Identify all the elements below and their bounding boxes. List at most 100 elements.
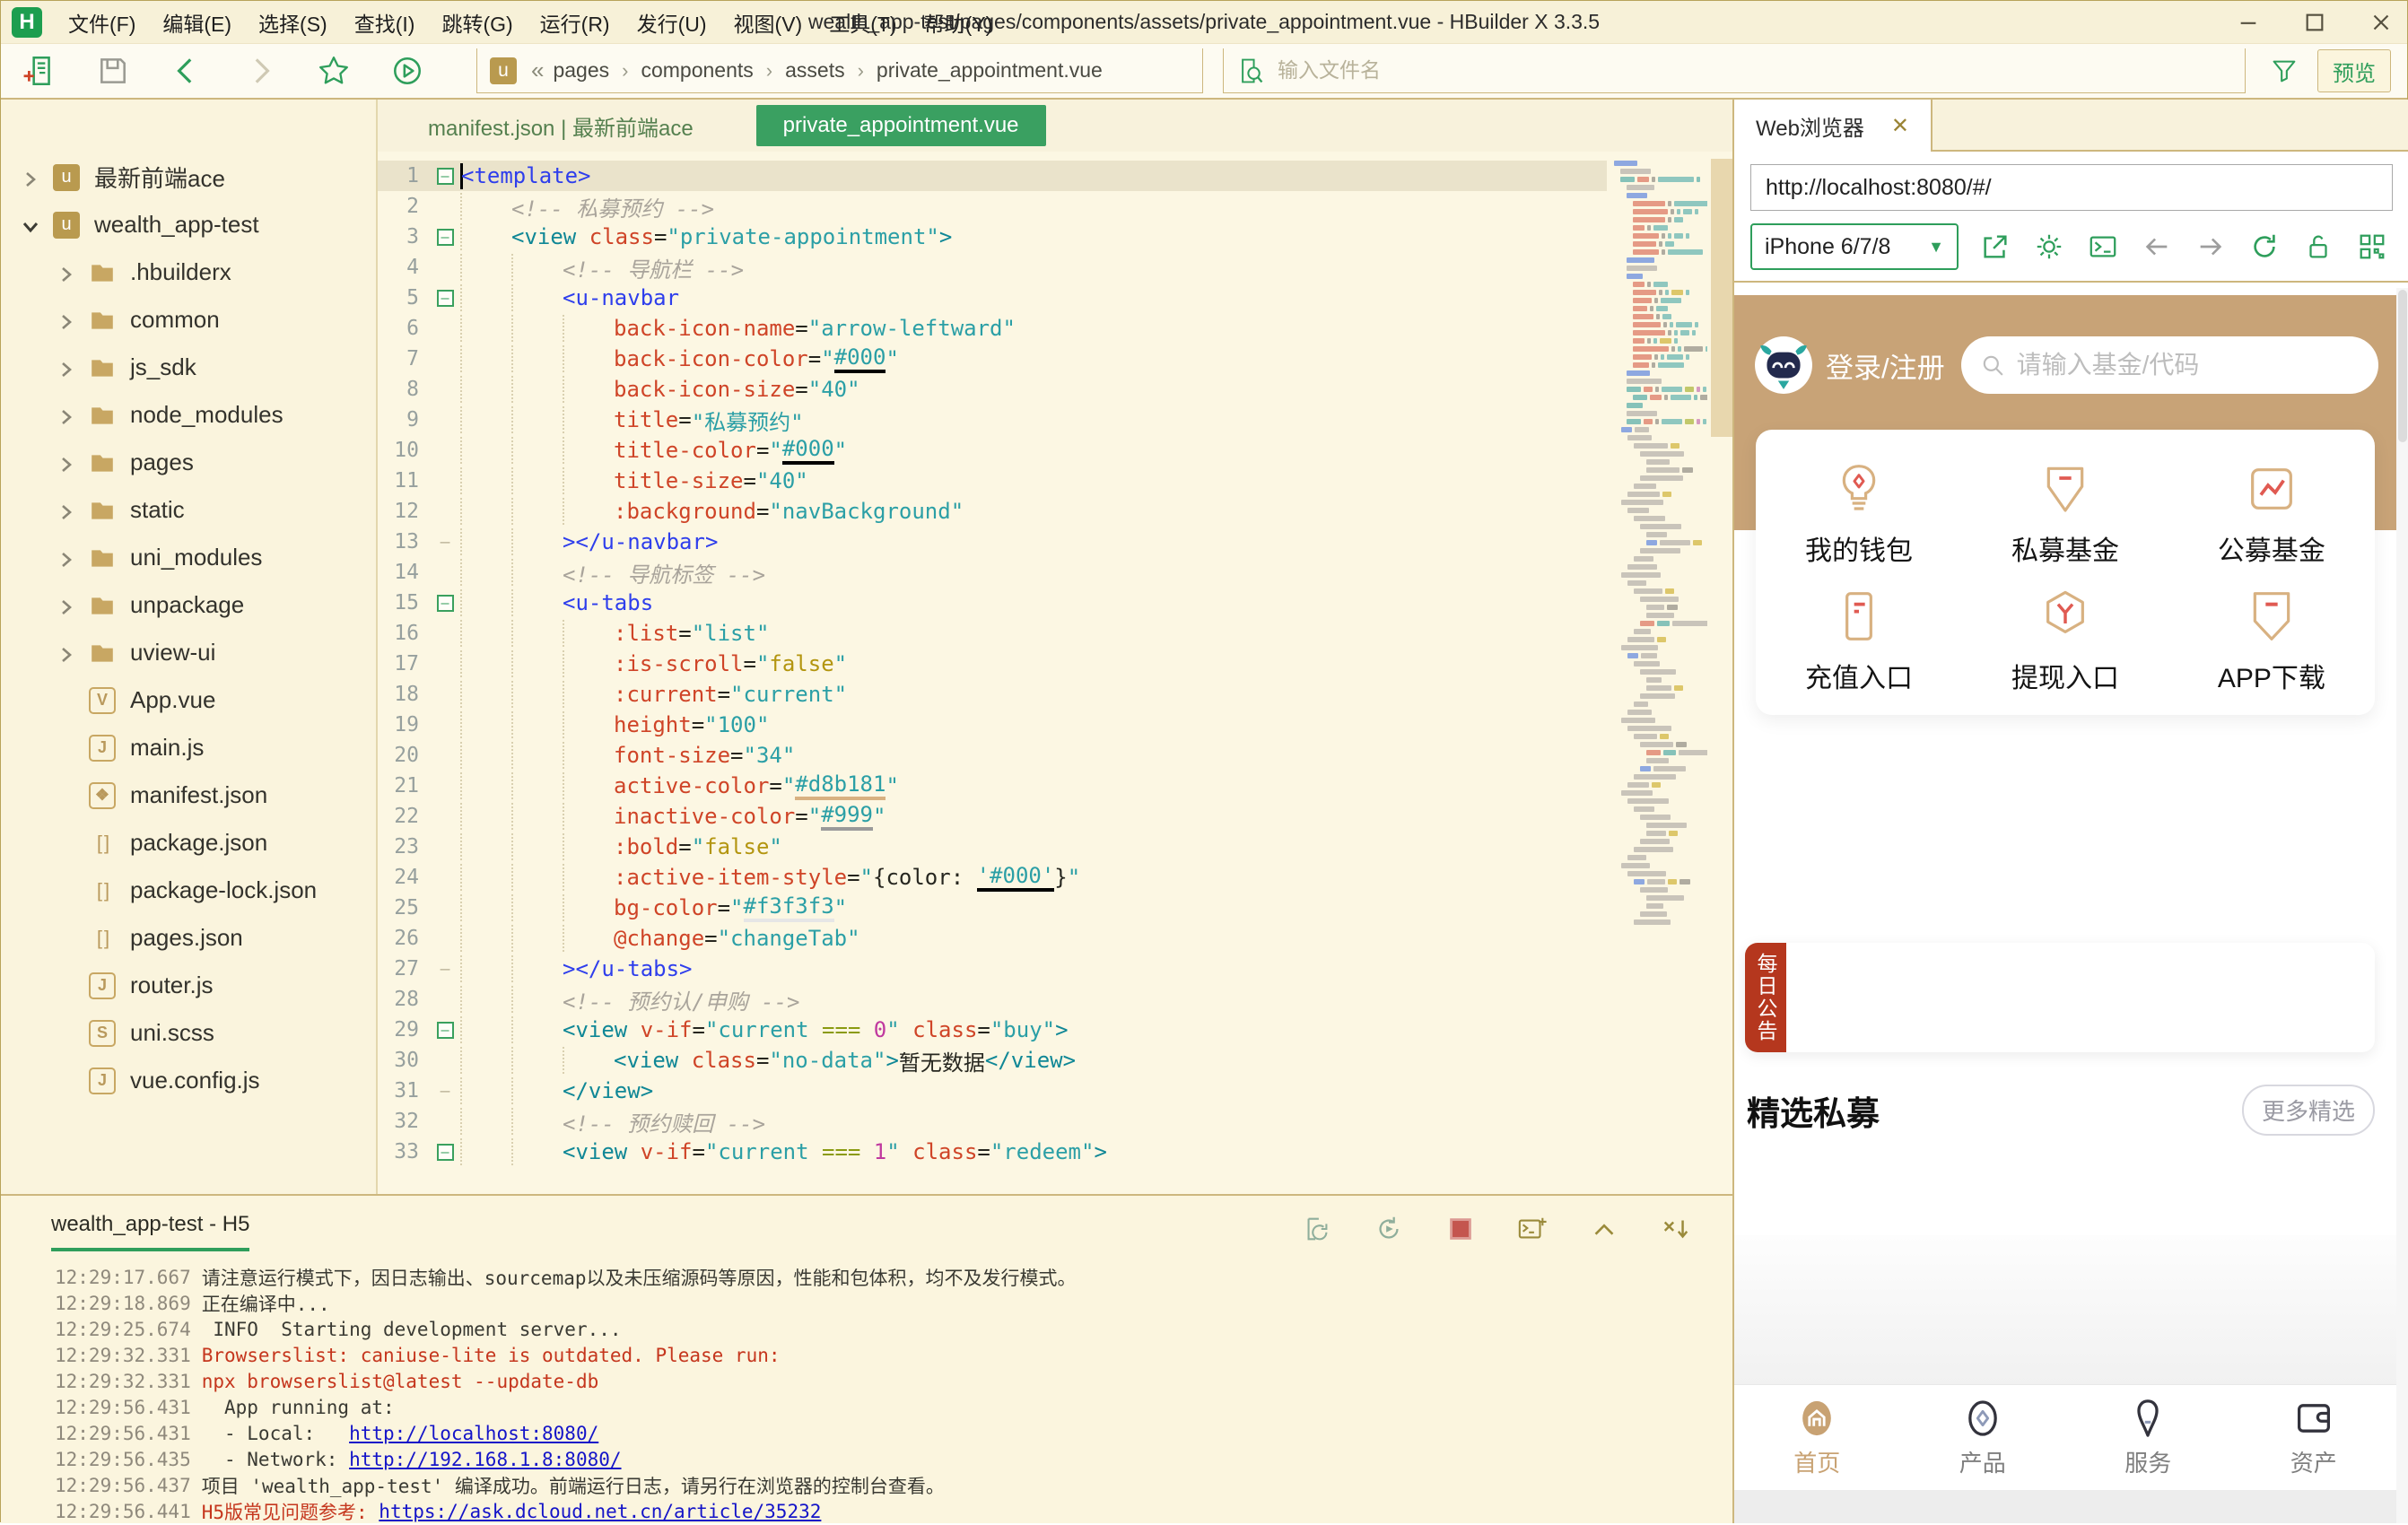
chevron-right-icon[interactable] — [57, 453, 76, 473]
gear-icon[interactable] — [2034, 231, 2064, 262]
minimize-icon[interactable] — [2235, 9, 2262, 36]
breadcrumb[interactable]: u « pages › components › assets › private_appo… — [476, 48, 1203, 93]
code-line-32[interactable]: 32 <!-- 预约赎回 --> — [378, 1106, 1607, 1137]
grid-entry-APP下载[interactable]: APP下载 — [2168, 588, 2375, 715]
qrcode-icon[interactable] — [2357, 231, 2387, 262]
code-line-17[interactable]: 17:is-scroll = " false " — [378, 649, 1607, 679]
grid-entry-提现入口[interactable]: 提现入口 — [1962, 588, 2168, 715]
tree-item-js_sdk[interactable]: js_sdk — [1, 344, 376, 391]
chevron-right-icon[interactable] — [57, 501, 76, 520]
menu-查找[interactable]: 查找(I) — [341, 4, 429, 41]
tree-item-common[interactable]: common — [1, 296, 376, 344]
editor-scrollbar[interactable] — [1711, 159, 1732, 437]
doc-refresh-icon[interactable] — [1302, 1214, 1332, 1244]
grid-entry-公募基金[interactable]: 公募基金 — [2168, 460, 2375, 588]
code-line-27[interactable]: 27– ></u-tabs> — [378, 954, 1607, 984]
menu-运行[interactable]: 运行(R) — [527, 4, 624, 41]
app-tab-服务[interactable]: 服务 — [2065, 1385, 2231, 1490]
tree-item-router.js[interactable]: Jrouter.js — [1, 962, 376, 1009]
file-search-box[interactable] — [1223, 48, 2246, 93]
menu-跳转[interactable]: 跳转(G) — [428, 4, 526, 41]
log-link[interactable]: https://ask.dcloud.net.cn/article/35232 — [379, 1501, 821, 1522]
app-tab-资产[interactable]: 资产 — [2231, 1385, 2397, 1490]
url-input[interactable] — [1750, 164, 2393, 211]
code-line-1[interactable]: 1– <template> — [378, 161, 1607, 191]
app-tab-产品[interactable]: 产品 — [1900, 1385, 2066, 1490]
fold-marker-icon[interactable]: – — [430, 228, 460, 246]
chevron-right-icon[interactable] — [57, 548, 76, 568]
save-button[interactable] — [96, 54, 130, 88]
tree-item-manifest.json[interactable]: ❖ manifest.json — [1, 771, 376, 819]
grid-entry-我的钱包[interactable]: 我的钱包 — [1756, 460, 1962, 588]
chevron-right-icon[interactable] — [21, 168, 40, 187]
code-line-2[interactable]: 2 <!-- 私募预约 --> — [378, 191, 1607, 222]
clear-icon[interactable] — [1661, 1214, 1691, 1244]
code-line-15[interactable]: 15– <u-tabs — [378, 588, 1607, 618]
log-link[interactable]: http://localhost:8080/ — [349, 1423, 598, 1444]
fold-marker-icon[interactable]: – — [430, 1143, 460, 1161]
fund-search-box[interactable] — [1960, 336, 2378, 394]
code-line-22[interactable]: 22 inactive-color = " #999 " — [378, 801, 1607, 832]
fold-marker-icon[interactable]: – — [430, 167, 460, 185]
forward-icon[interactable] — [2195, 231, 2226, 262]
tree-item-wealth_app-test[interactable]: u wealth_app-test — [1, 201, 376, 248]
chevron-right-icon[interactable] — [57, 405, 76, 425]
favorite-star-button[interactable] — [317, 54, 351, 88]
code-line-25[interactable]: 25 bg-color = " #f3f3f3 " — [378, 893, 1607, 923]
code-line-28[interactable]: 28 <!-- 预约认/申购 --> — [378, 984, 1607, 1015]
tree-item-static[interactable]: static — [1, 486, 376, 534]
menu-编辑[interactable]: 编辑(E) — [149, 4, 245, 41]
menu-视图[interactable]: 视图(V) — [720, 4, 816, 41]
nav-back-button[interactable] — [170, 54, 204, 88]
device-selector[interactable]: iPhone 6/7/8 ▼ — [1750, 223, 1959, 270]
refresh-icon[interactable] — [2249, 231, 2280, 262]
browser-scrollbar[interactable] — [2396, 288, 2408, 1523]
menu-选择[interactable]: 选择(S) — [245, 4, 341, 41]
terminal-plus-icon[interactable] — [1517, 1214, 1548, 1244]
minimap[interactable] — [1614, 161, 1707, 1185]
fold-end-icon[interactable]: – — [430, 960, 460, 979]
file-search-input[interactable] — [1278, 58, 2232, 83]
console-tab[interactable]: wealth_app-test - H5 — [51, 1212, 250, 1251]
announcement-card[interactable]: 每日公告 — [1745, 943, 2375, 1052]
code-line-19[interactable]: 19 height = "100" — [378, 710, 1607, 740]
fold-marker-icon[interactable]: – — [430, 289, 460, 307]
fund-search-input[interactable] — [2016, 351, 2360, 379]
code-line-12[interactable]: 12:background = "navBackground" — [378, 496, 1607, 527]
code-line-31[interactable]: 31– </view> — [378, 1076, 1607, 1106]
chevron-right-icon[interactable] — [57, 310, 76, 330]
tree-item-pages[interactable]: pages — [1, 439, 376, 486]
code-line-4[interactable]: 4 <!-- 导航栏 --> — [378, 252, 1607, 283]
new-file-button[interactable] — [22, 54, 57, 88]
code-line-24[interactable]: 24:active-item-style = " {color: '#000'} " — [378, 862, 1607, 893]
code-line-10[interactable]: 10 title-color = " #000 " — [378, 435, 1607, 466]
chevron-right-icon[interactable] — [57, 596, 76, 615]
tree-item-package.json[interactable]: [ ] package.json — [1, 819, 376, 867]
back-icon[interactable] — [2142, 231, 2172, 262]
menu-文件[interactable]: 文件(F) — [55, 4, 149, 41]
code-line-29[interactable]: 29– <view v-if = "current === 0 " class = "buy… — [378, 1015, 1607, 1045]
chevron-right-icon[interactable] — [57, 643, 76, 663]
tree-item-main.js[interactable]: Jmain.js — [1, 724, 376, 771]
code-line-7[interactable]: 7 back-icon-color = " #000 " — [378, 344, 1607, 374]
breadcrumb-item[interactable]: assets — [785, 58, 844, 83]
code-line-18[interactable]: 18:current = "current" — [378, 679, 1607, 710]
fold-marker-icon[interactable]: – — [430, 594, 460, 612]
preview-button[interactable]: 预览 — [2317, 49, 2391, 92]
tree-item-uni_modules[interactable]: uni_modules — [1, 534, 376, 581]
run-button[interactable] — [390, 54, 424, 88]
tree-item-package-lock.json[interactable]: [ ] package-lock.json — [1, 867, 376, 914]
chevron-right-icon[interactable] — [57, 358, 76, 378]
tree-item-pages.json[interactable]: [ ] pages.json — [1, 914, 376, 962]
chevron-right-icon[interactable] — [57, 263, 76, 283]
code-line-13[interactable]: 13– ></u-navbar> — [378, 527, 1607, 557]
tree-item-unpackage[interactable]: unpackage — [1, 581, 376, 629]
close-icon[interactable] — [2368, 9, 2395, 36]
restart-icon[interactable] — [1374, 1214, 1404, 1244]
tree-item-.hbuilderx[interactable]: .hbuilderx — [1, 248, 376, 296]
code-line-8[interactable]: 8 back-icon-size = "40" — [378, 374, 1607, 405]
lock-icon[interactable] — [2303, 231, 2334, 262]
grid-entry-充值入口[interactable]: 充值入口 — [1756, 588, 1962, 715]
tree-item-uni.scss[interactable]: Suni.scss — [1, 1009, 376, 1057]
breadcrumb-item[interactable]: components — [641, 58, 753, 83]
